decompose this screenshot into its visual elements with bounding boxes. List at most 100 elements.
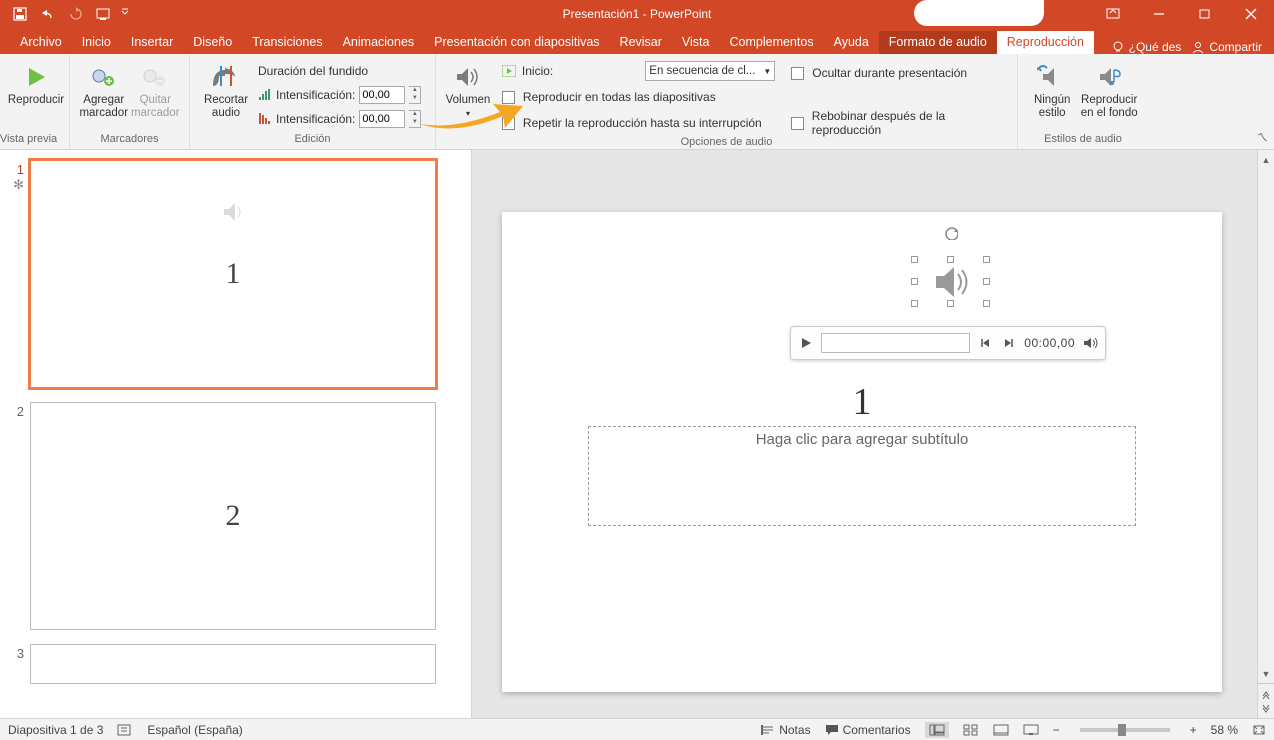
- audio-track[interactable]: [821, 333, 970, 353]
- fade-out-icon: [258, 113, 272, 125]
- rebobinar-checkbox[interactable]: Rebobinar después de la reproducción: [791, 112, 1009, 134]
- resize-handle[interactable]: [911, 300, 918, 307]
- notes-button[interactable]: Notas: [761, 723, 810, 737]
- tab-complementos[interactable]: Complementos: [720, 31, 824, 54]
- tab-archivo[interactable]: Archivo: [10, 31, 72, 54]
- slide-canvas[interactable]: 00:00,00 1 Haga clic para agregar subtít…: [502, 212, 1222, 692]
- tell-me-button[interactable]: ¿Qué des: [1111, 40, 1182, 54]
- reproducir-fondo-button[interactable]: Reproducir en el fondo: [1078, 58, 1140, 131]
- inicio-label: Inicio:: [522, 64, 553, 78]
- slide-title[interactable]: 1: [502, 380, 1222, 424]
- slide-thumbnail-1[interactable]: 1: [30, 160, 436, 388]
- comments-button[interactable]: Comentarios: [825, 723, 911, 737]
- zoom-in-button[interactable]: +: [1190, 723, 1197, 737]
- volume-button[interactable]: [1081, 334, 1099, 352]
- slideshow-button[interactable]: [1023, 724, 1039, 736]
- window-title: Presentación1 - PowerPoint: [563, 7, 712, 21]
- skip-back-button[interactable]: [976, 334, 994, 352]
- subtitle-placeholder[interactable]: Haga clic para agregar subtítulo: [588, 426, 1136, 526]
- close-button[interactable]: [1228, 0, 1274, 28]
- zoom-level[interactable]: 58 %: [1211, 723, 1238, 737]
- repetir-checkbox[interactable]: Repetir la reproducción hasta su interru…: [502, 112, 775, 134]
- undo-button[interactable]: [34, 0, 62, 28]
- play-button[interactable]: [797, 334, 815, 352]
- fade-out-spinner[interactable]: ▲▼: [409, 110, 421, 128]
- redo-button[interactable]: [62, 0, 90, 28]
- save-button[interactable]: [6, 0, 34, 28]
- resize-handle[interactable]: [947, 300, 954, 307]
- group-label-edicion: Edición: [198, 131, 427, 147]
- fit-to-window-button[interactable]: [1252, 724, 1266, 736]
- group-edicion: Recortar audio Duración del fundido Inte…: [190, 54, 436, 149]
- resize-handle[interactable]: [947, 256, 954, 263]
- tab-transiciones[interactable]: Transiciones: [242, 31, 332, 54]
- volume-icon: [453, 64, 483, 90]
- tab-revisar[interactable]: Revisar: [610, 31, 672, 54]
- tab-reproduccion[interactable]: Reproducción: [997, 31, 1094, 54]
- resize-handle[interactable]: [911, 278, 918, 285]
- scroll-down-button[interactable]: ▼: [1259, 666, 1274, 681]
- ribbon-display-options-button[interactable]: [1090, 0, 1136, 28]
- user-account-area[interactable]: [914, 0, 1044, 26]
- share-button[interactable]: Compartir: [1191, 40, 1262, 54]
- maximize-button[interactable]: [1182, 0, 1228, 28]
- minimize-button[interactable]: [1136, 0, 1182, 28]
- slide-sorter-button[interactable]: [963, 724, 979, 736]
- slide-thumbnail-3[interactable]: [30, 644, 436, 684]
- ocultar-checkbox[interactable]: Ocultar durante presentación: [791, 62, 1009, 84]
- tab-animaciones[interactable]: Animaciones: [333, 31, 425, 54]
- reproducir-button[interactable]: Reproducir: [8, 58, 64, 131]
- normal-view-button[interactable]: [925, 722, 949, 738]
- tab-ayuda[interactable]: Ayuda: [824, 31, 879, 54]
- fade-out-input[interactable]: [359, 110, 405, 128]
- resize-handle[interactable]: [983, 278, 990, 285]
- tell-me-label: ¿Qué des: [1129, 40, 1182, 54]
- rotate-handle-icon[interactable]: [944, 226, 958, 240]
- slide-edit-area[interactable]: 00:00,00 1 Haga clic para agregar subtít…: [472, 150, 1257, 718]
- recortar-audio-button[interactable]: Recortar audio: [198, 58, 254, 131]
- resize-handle[interactable]: [983, 300, 990, 307]
- next-slide-button[interactable]: [1259, 701, 1274, 716]
- tab-vista[interactable]: Vista: [672, 31, 720, 54]
- tab-diseno[interactable]: Diseño: [183, 31, 242, 54]
- no-style-icon: [1037, 64, 1067, 90]
- volumen-button[interactable]: Volumen▾: [444, 58, 492, 134]
- reading-view-button[interactable]: [993, 724, 1009, 736]
- comment-icon: [825, 724, 839, 736]
- zoom-knob[interactable]: [1118, 724, 1126, 736]
- fade-in-spinner[interactable]: ▲▼: [409, 86, 421, 104]
- start-from-beginning-button[interactable]: [90, 0, 118, 28]
- tab-presentacion[interactable]: Presentación con diapositivas: [424, 31, 609, 54]
- lightbulb-icon: [1111, 40, 1125, 54]
- quick-access-toolbar: [6, 0, 132, 28]
- group-label-estilos: Estilos de audio: [1026, 131, 1140, 147]
- language-indicator[interactable]: Español (España): [147, 723, 242, 737]
- audio-object[interactable]: [914, 230, 988, 332]
- zoom-out-button[interactable]: −: [1053, 723, 1060, 737]
- spell-check-icon[interactable]: [117, 723, 133, 737]
- slide-thumbnail-2[interactable]: 2: [30, 402, 436, 630]
- scroll-up-button[interactable]: ▲: [1259, 152, 1274, 167]
- agregar-marcador-button[interactable]: Agregar marcador: [78, 58, 130, 131]
- collapse-ribbon-button[interactable]: ㄟ: [1257, 129, 1268, 145]
- share-label: Compartir: [1209, 40, 1262, 54]
- thumb-number-2: 2: [8, 402, 30, 419]
- qat-more-button[interactable]: [118, 0, 132, 28]
- fade-in-input[interactable]: [359, 86, 405, 104]
- window-controls: [1090, 0, 1274, 28]
- prev-slide-button[interactable]: [1259, 686, 1274, 701]
- reproducir-todas-checkbox[interactable]: Reproducir en todas las diapositivas: [502, 86, 775, 108]
- slide-indicator[interactable]: Diapositiva 1 de 3: [8, 723, 103, 737]
- vertical-scrollbar[interactable]: ▲ ▼: [1257, 150, 1274, 718]
- play-icon: [23, 64, 49, 90]
- inicio-dropdown[interactable]: En secuencia de cl...▼: [645, 61, 775, 81]
- zoom-slider[interactable]: [1080, 728, 1170, 732]
- ningun-estilo-button[interactable]: Ningún estilo: [1026, 58, 1078, 131]
- resize-handle[interactable]: [911, 256, 918, 263]
- tab-inicio[interactable]: Inicio: [72, 31, 121, 54]
- tab-insertar[interactable]: Insertar: [121, 31, 183, 54]
- tab-formato-audio[interactable]: Formato de audio: [879, 31, 997, 54]
- skip-forward-button[interactable]: [1000, 334, 1018, 352]
- resize-handle[interactable]: [983, 256, 990, 263]
- thumb-number-1: 1: [8, 160, 30, 177]
